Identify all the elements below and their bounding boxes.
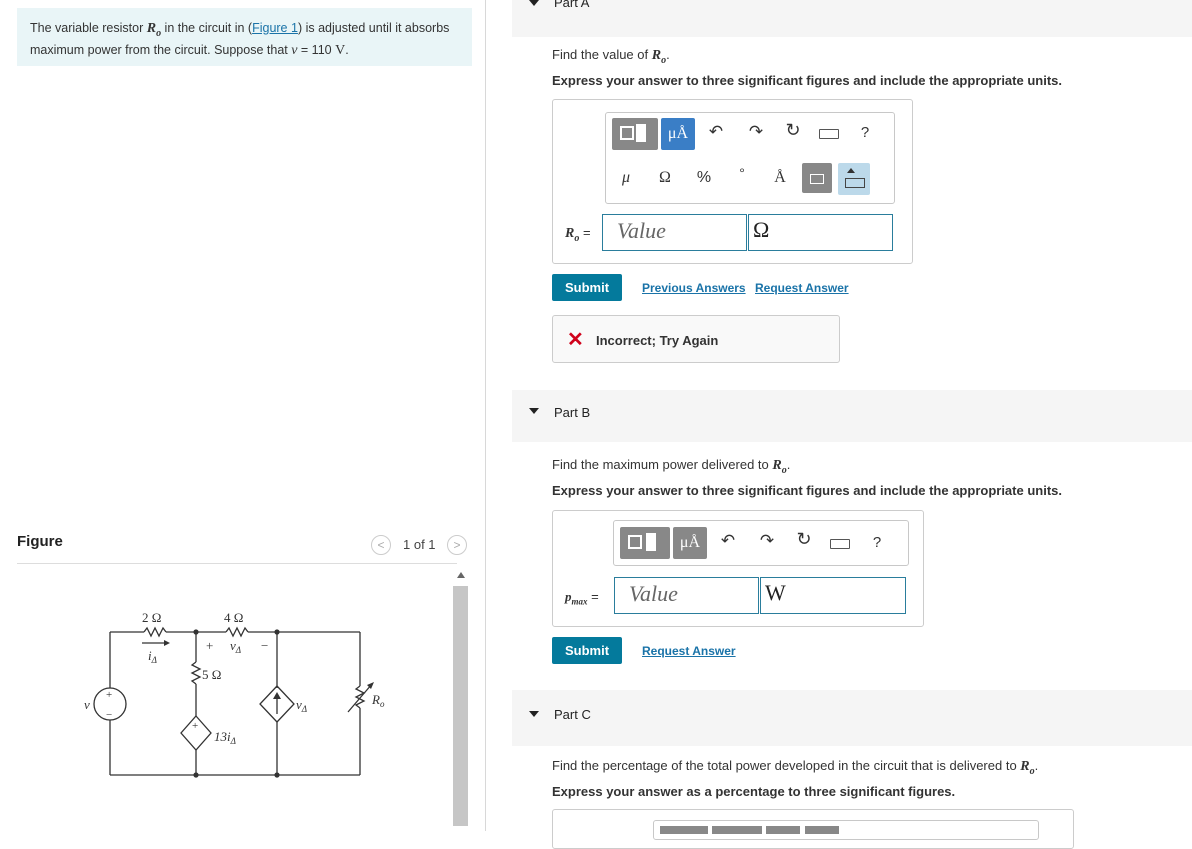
part-a-header[interactable]: Part A [512, 0, 1192, 37]
figure-rule [17, 563, 457, 564]
figure-label: Figure [17, 533, 63, 550]
templates-button[interactable] [612, 118, 658, 150]
keyboard-icon-b[interactable] [830, 539, 850, 549]
svg-text:v: v [84, 697, 90, 712]
toolbar-button-c-4[interactable] [805, 826, 839, 834]
backspace-button[interactable] [802, 163, 832, 193]
pmax-unit-input[interactable]: W [760, 577, 906, 614]
reset-icon-b[interactable]: ↻ [794, 529, 814, 553]
percent-button[interactable]: % [690, 163, 718, 193]
mu-button[interactable]: μ [612, 163, 640, 193]
svg-text:+: + [206, 638, 213, 653]
circuit-diagram: 2 Ω 4 Ω 5 Ω iΔ + vΔ − v + − + 13iΔ vΔ Ro [84, 610, 385, 778]
angstrom-button[interactable]: Å [766, 163, 794, 193]
part-b-request-answer-link[interactable]: Request Answer [642, 644, 736, 658]
help-icon-b[interactable]: ? [870, 534, 884, 554]
svg-text:vΔ: vΔ [230, 638, 241, 655]
part-a-question: Find the value of Ro. [552, 47, 670, 66]
pmax-value-input[interactable]: Value [614, 577, 759, 614]
ro-value-input[interactable]: Value [602, 214, 747, 251]
scrollbar-thumb[interactable] [453, 586, 468, 826]
var-r: Ro [146, 21, 162, 39]
part-c-header[interactable]: Part C [512, 690, 1192, 746]
part-b-submit-button[interactable]: Submit [552, 637, 622, 664]
problem-statement: The variable resistor Ro in the circuit … [17, 8, 472, 66]
figure-link[interactable]: Figure 1 [252, 21, 298, 35]
svg-text:13iΔ: 13iΔ [214, 729, 236, 746]
toolbar-button-c-3[interactable] [766, 826, 800, 834]
redo-icon[interactable]: ↷ [746, 122, 766, 146]
resistor-2ohm [143, 626, 167, 638]
part-b-instruction: Express your answer to three significant… [552, 483, 1062, 498]
svg-text:−: − [261, 638, 268, 653]
prev-figure-button[interactable]: < [371, 535, 391, 555]
undo-icon-b[interactable]: ↶ [718, 531, 738, 555]
units-button-c[interactable] [712, 826, 762, 834]
svg-text:−: − [106, 709, 112, 721]
part-b-question: Find the maximum power delivered to Ro. [552, 457, 791, 476]
label-r3: 5 Ω [202, 667, 221, 682]
collapse-c-icon [529, 711, 539, 717]
svg-text:+: + [192, 720, 198, 732]
part-a-submit-button[interactable]: Submit [552, 274, 622, 301]
units-button-b[interactable]: μÅ [673, 527, 707, 559]
svg-text:+: + [106, 689, 112, 701]
figure-scrollbar[interactable] [453, 572, 468, 831]
keyboard-icon[interactable] [819, 129, 839, 139]
svg-text:vΔ: vΔ [296, 697, 307, 714]
ohm-button[interactable]: Ω [651, 163, 679, 193]
panel-divider [485, 0, 486, 831]
previous-answers-link[interactable]: Previous Answers [642, 281, 746, 295]
help-icon[interactable]: ? [858, 124, 872, 144]
templates-button-b[interactable] [620, 527, 670, 559]
next-figure-button[interactable]: > [447, 535, 467, 555]
svg-text:iΔ: iΔ [148, 648, 157, 665]
part-c-toolbar [653, 820, 1039, 840]
ro-input-label: Ro = [565, 225, 591, 244]
collapse-a-icon [529, 0, 539, 6]
figure-pager: 1 of 1 [403, 537, 436, 552]
ro-unit-input[interactable]: Ω [748, 214, 893, 251]
pmax-input-label: pmax = [565, 589, 599, 607]
part-b-header[interactable]: Part B [512, 390, 1192, 442]
collapse-b-icon [529, 408, 539, 414]
error-x-icon: ✕ [567, 329, 584, 351]
part-a-feedback: ✕ Incorrect; Try Again [552, 315, 840, 363]
undo-icon[interactable]: ↶ [706, 122, 726, 146]
redo-icon-b[interactable]: ↷ [757, 531, 777, 555]
templates-button-c[interactable] [660, 826, 708, 834]
part-a-request-answer-link[interactable]: Request Answer [755, 281, 849, 295]
resistor-5ohm [190, 661, 202, 685]
label-r2: 4 Ω [224, 610, 243, 625]
units-button[interactable]: μÅ [661, 118, 695, 150]
part-a-instruction: Express your answer to three significant… [552, 73, 1062, 88]
svg-text:Ro: Ro [371, 692, 385, 709]
degree-button[interactable]: ° [728, 160, 756, 190]
resistor-4ohm [225, 626, 249, 638]
part-c-instruction: Express your answer as a percentage to t… [552, 784, 956, 799]
reset-icon[interactable]: ↻ [783, 120, 803, 144]
keyboard-toggle-button[interactable] [838, 163, 870, 195]
part-c-question: Find the percentage of the total power d… [552, 758, 1039, 777]
label-r1: 2 Ω [142, 610, 161, 625]
